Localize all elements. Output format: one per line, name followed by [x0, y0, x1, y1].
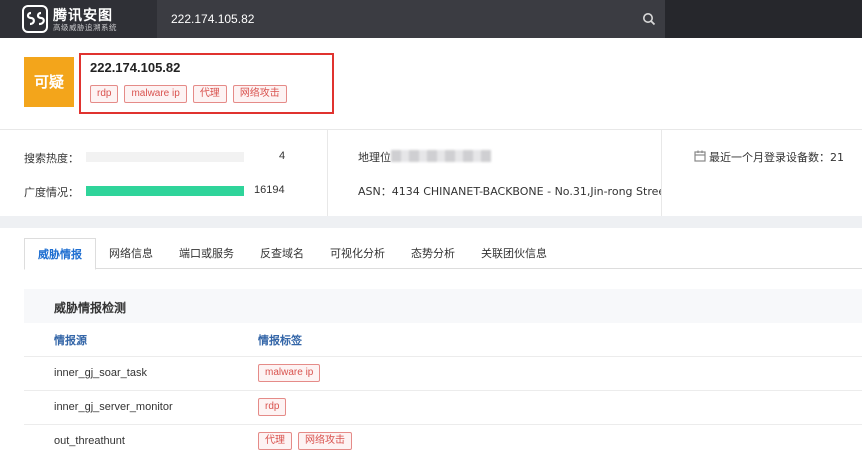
col-tags-header: 情报标签: [258, 334, 302, 347]
tab-related-gangs[interactable]: 关联团伙信息: [468, 238, 560, 269]
tag[interactable]: 代理: [258, 432, 292, 450]
tag[interactable]: malware ip: [124, 85, 187, 103]
logo-icon[interactable]: [22, 5, 48, 33]
row-source: inner_gj_soar_task: [54, 367, 147, 379]
row-source: inner_gj_server_monitor: [54, 401, 173, 413]
tab-threat-intel[interactable]: 威胁情报: [24, 238, 96, 270]
section-gap: [0, 216, 862, 228]
divider: [327, 130, 328, 216]
row-tags: 代理 网络攻击: [258, 432, 352, 450]
panel-header: 威胁情报检测: [24, 289, 862, 323]
tab-reverse-domain[interactable]: 反查域名: [247, 238, 317, 269]
tag[interactable]: malware ip: [258, 364, 321, 382]
breadth-value: 16194: [254, 184, 285, 196]
tag[interactable]: rdp: [90, 85, 119, 103]
top-bar-right: [665, 0, 862, 38]
table-row: inner_gj_server_monitor rdp: [24, 390, 862, 424]
verdict-badge: 可疑: [24, 57, 74, 107]
search-heat-value: 4: [279, 150, 286, 162]
tag[interactable]: rdp: [258, 398, 287, 416]
redacted-geo: [391, 150, 491, 162]
search-icon[interactable]: [642, 12, 656, 26]
breadth-label: 广度情况：: [24, 186, 79, 199]
tab-visual-analysis[interactable]: 可视化分析: [317, 238, 398, 269]
table-row: inner_gj_soar_task malware ip: [24, 356, 862, 390]
brand-subtitle: 高级威胁追溯系统: [53, 23, 117, 32]
ip-title: 222.174.105.82: [90, 60, 181, 75]
tag[interactable]: 网络攻击: [298, 432, 352, 450]
col-source-header: 情报源: [54, 334, 87, 347]
row-tags: rdp: [258, 398, 287, 416]
breadth-fill: [86, 186, 244, 196]
divider: [0, 129, 862, 130]
row-source: out_threathunt: [54, 435, 125, 447]
panel-title: 威胁情报检测: [54, 301, 127, 315]
search-input[interactable]: [171, 10, 631, 28]
search-heat-bar: [86, 152, 244, 162]
row-tags: malware ip: [258, 364, 321, 382]
table-row: out_threathunt 代理 网络攻击: [24, 424, 862, 458]
tab-network-info[interactable]: 网络信息: [96, 238, 166, 269]
search-heat-label: 搜索热度：: [24, 152, 79, 165]
asn-text: ASN：4134 CHINANET-BACKBONE - No.31,Jin-r…: [358, 185, 661, 198]
divider: [661, 130, 662, 216]
devices-count: 最近一个月登录设备数：21: [709, 151, 844, 164]
geo-label: 地理位: [358, 151, 391, 164]
tab-ports-services[interactable]: 端口或服务: [166, 238, 247, 269]
tag[interactable]: 网络攻击: [232, 85, 287, 103]
tab-bar: 威胁情报 网络信息 端口或服务 反查域名 可视化分析 态势分析 关联团伙信息: [24, 238, 862, 270]
header-tags: rdp malware ip 代理 网络攻击: [90, 85, 287, 103]
search-box[interactable]: [157, 0, 665, 38]
breadth-bar: [86, 186, 244, 196]
tab-situation-analysis[interactable]: 态势分析: [398, 238, 468, 269]
tag[interactable]: 代理: [192, 85, 227, 103]
calendar-icon: [694, 150, 706, 162]
